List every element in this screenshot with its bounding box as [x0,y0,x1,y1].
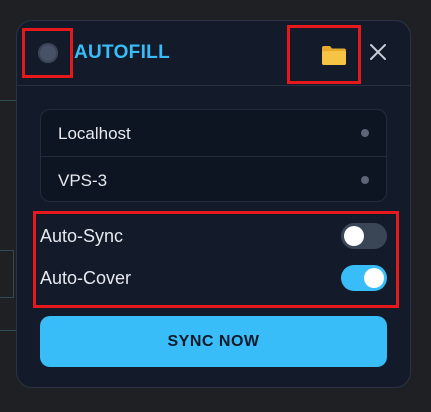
auto-cover-setting: Auto-Cover [40,264,387,294]
server-status-dot-icon [361,129,369,137]
auto-sync-label: Auto-Sync [40,226,124,246]
close-icon [370,44,386,60]
toggle-knob [364,268,384,288]
auto-cover-toggle[interactable] [341,265,387,291]
auto-cover-label: Auto-Cover [40,268,132,288]
panel-header: AUTOFILL [17,21,410,86]
status-dot-icon[interactable] [38,43,58,63]
auto-sync-setting: Auto-Sync [40,222,387,252]
open-folder-button[interactable] [318,41,350,69]
toggle-knob [344,226,364,246]
folder-icon [322,46,346,65]
background-divider [0,100,16,101]
auto-sync-toggle[interactable] [341,223,387,249]
background-element [0,250,14,298]
close-button[interactable] [367,41,389,63]
server-item[interactable]: Localhost [41,110,386,156]
autofill-panel: AUTOFILL Localhost VPS-3 Auto-Sync Auto-… [16,20,411,388]
server-name: VPS-3 [58,171,108,190]
server-name: Localhost [58,124,131,143]
sync-now-button[interactable]: SYNC NOW [40,316,387,367]
server-list: Localhost VPS-3 [40,109,387,202]
server-item[interactable]: VPS-3 [41,156,386,201]
panel-title: AUTOFILL [74,42,170,63]
sync-now-label: SYNC NOW [167,332,260,350]
server-status-dot-icon [361,176,369,184]
background-divider [0,330,16,331]
